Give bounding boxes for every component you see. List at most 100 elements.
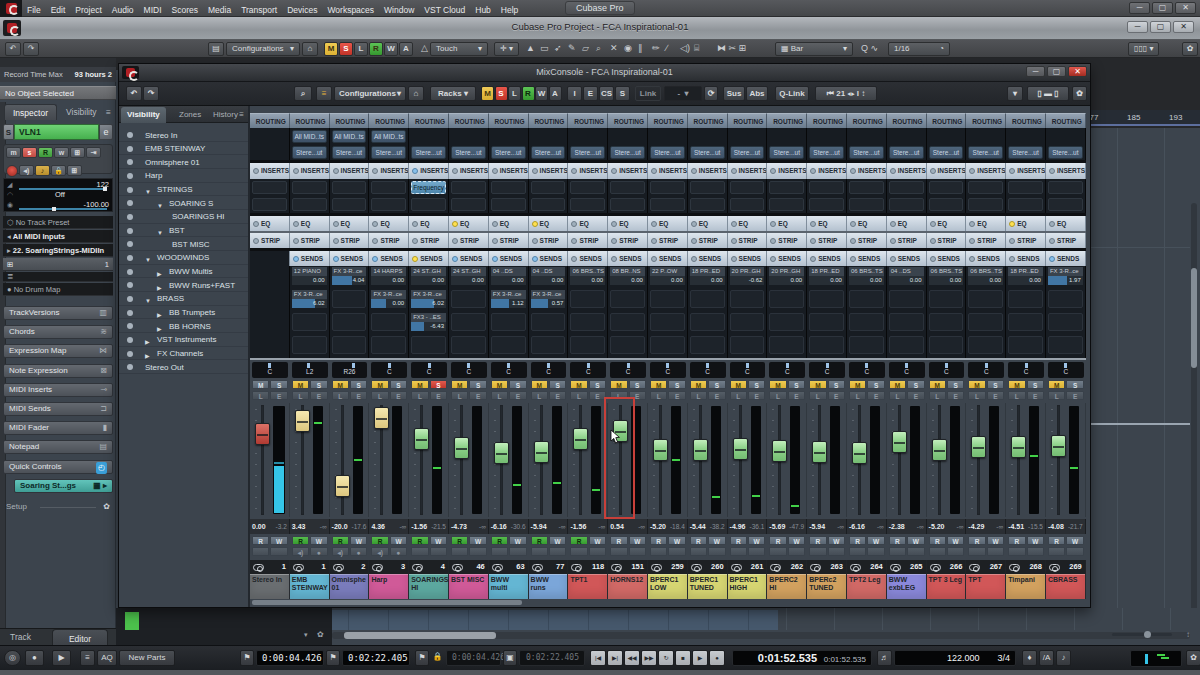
send-empty-slot[interactable]: [531, 313, 566, 331]
read-automation-button[interactable]: R: [371, 536, 388, 545]
send-empty-slot[interactable]: [730, 290, 765, 308]
routing-output-cell[interactable]: Stere...ut: [728, 144, 768, 160]
pan-control[interactable]: C: [1048, 362, 1084, 378]
send-slot-cell[interactable]: [568, 335, 608, 358]
send-level-value[interactable]: 0.00: [292, 276, 327, 285]
monitor-button[interactable]: [610, 547, 627, 556]
send-slot-cell[interactable]: 18 PR..ED0.00: [688, 266, 728, 289]
insert-slot-cell[interactable]: [369, 196, 409, 213]
send-empty-slot[interactable]: [1008, 336, 1043, 354]
insert-slot-cell[interactable]: [1006, 196, 1046, 213]
insert-empty-slot[interactable]: [809, 181, 844, 194]
edit-button[interactable]: E: [748, 391, 765, 400]
setup-icon[interactable]: ▤: [208, 42, 224, 56]
routing-header-cell[interactable]: ROUTING: [688, 113, 728, 128]
send-empty-slot[interactable]: [292, 336, 327, 354]
output-routing-button[interactable]: Stere...ut: [1008, 146, 1043, 159]
pan-cell[interactable]: C: [250, 361, 290, 379]
send-level-value[interactable]: 0.00: [690, 276, 725, 285]
routing-output-cell[interactable]: Stere...ut: [887, 144, 927, 160]
listen-button[interactable]: L: [570, 391, 587, 400]
solo-button[interactable]: S: [668, 380, 685, 389]
edit-button[interactable]: E: [788, 391, 805, 400]
write-automation-button[interactable]: W: [748, 536, 765, 545]
routing-input-cell[interactable]: All MID..ts: [290, 128, 330, 144]
send-slot-cell[interactable]: FX 3-R..ce1.97: [1046, 266, 1086, 289]
send-empty-slot[interactable]: [1048, 313, 1083, 331]
routing-output-cell[interactable]: Stere...ut: [449, 144, 489, 160]
eq-header-cell[interactable]: EQ: [250, 216, 290, 231]
edit-button[interactable]: E: [907, 391, 924, 400]
tree-item-emb-steinway[interactable]: EMB STEINWAY: [119, 142, 248, 156]
insert-slot-cell[interactable]: [449, 196, 489, 213]
insert-empty-slot[interactable]: [491, 198, 526, 211]
inserts-header-cell[interactable]: INSERTS: [290, 163, 330, 179]
monitor-button[interactable]: [889, 547, 906, 556]
write-automation-button[interactable]: W: [270, 536, 287, 545]
send-level-value[interactable]: -0.62: [730, 276, 765, 285]
solo-button[interactable]: S: [629, 380, 646, 389]
send-slot-cell[interactable]: [369, 312, 409, 335]
send-destination-label[interactable]: 18 PR..ED: [809, 267, 844, 276]
send-empty-slot[interactable]: [889, 336, 924, 354]
insert-empty-slot[interactable]: [1048, 198, 1083, 211]
send-empty-slot[interactable]: [1048, 290, 1083, 308]
send-slot-cell[interactable]: [688, 312, 728, 335]
send-level-value[interactable]: 6.02: [292, 299, 327, 308]
send-empty-slot[interactable]: [292, 313, 327, 331]
record-enable-button[interactable]: [6, 165, 18, 177]
tab-inspector[interactable]: Inspector: [4, 104, 57, 120]
fader-track[interactable]: [261, 405, 264, 515]
routing-header-cell[interactable]: ROUTING: [648, 113, 688, 128]
write-automation-button[interactable]: W: [310, 536, 327, 545]
insert-empty-slot[interactable]: [531, 181, 566, 194]
edit-button[interactable]: E: [668, 391, 685, 400]
record-button[interactable]: [549, 547, 566, 556]
insert-slot-cell[interactable]: [369, 179, 409, 196]
send-empty-slot[interactable]: [371, 336, 406, 354]
send-slot-cell[interactable]: 20 PR..GH-0.62: [728, 266, 768, 289]
routing-header-cell[interactable]: ROUTING: [966, 113, 1006, 128]
solo-button[interactable]: S: [350, 380, 367, 389]
click-button[interactable]: ♦: [1022, 650, 1037, 666]
read-automation-button[interactable]: R: [730, 536, 747, 545]
mute-button[interactable]: M: [371, 380, 388, 389]
play-button[interactable]: ▶: [692, 650, 708, 666]
monitor-button[interactable]: [730, 547, 747, 556]
send-destination-label[interactable]: 12 PIANO: [292, 267, 327, 276]
solo-button[interactable]: S: [310, 380, 327, 389]
eq-header-cell[interactable]: EQ: [1046, 216, 1086, 231]
sidebar-menu-icon[interactable]: ≡: [235, 107, 248, 123]
insert-slot-cell[interactable]: [927, 179, 967, 196]
project-minimize-button[interactable]: ─: [1127, 21, 1148, 33]
send-slot-cell[interactable]: [449, 335, 489, 358]
tree-item-strings[interactable]: ▼STRINGS: [119, 183, 248, 197]
layout-buttons[interactable]: ▯▯▯ ▾: [1128, 42, 1159, 56]
write-button[interactable]: w: [54, 147, 69, 158]
edit-button[interactable]: E: [270, 391, 287, 400]
send-level-value[interactable]: 0.00: [809, 276, 844, 285]
read-automation-button[interactable]: R: [411, 536, 428, 545]
inserts-header-cell[interactable]: INSERTS: [449, 163, 489, 179]
send-slot-cell[interactable]: [449, 289, 489, 312]
send-slot-cell[interactable]: 06 BRS..TS0.00: [847, 266, 887, 289]
send-empty-slot[interactable]: [1048, 336, 1083, 354]
routing-input-cell[interactable]: [489, 128, 529, 144]
quantize-menu-button[interactable]: ≡: [80, 650, 95, 666]
redo-button[interactable]: ↷: [23, 42, 39, 56]
routing-header-cell[interactable]: ROUTING: [728, 113, 768, 128]
send-slot-cell[interactable]: 24 ST..GH0.00: [409, 266, 449, 289]
sends-header-cell[interactable]: SENDS: [489, 251, 529, 266]
record-button[interactable]: ●: [310, 547, 327, 556]
routing-input-cell[interactable]: [807, 128, 847, 144]
output-routing-button[interactable]: Stere...ut: [371, 146, 406, 159]
routing-input-cell[interactable]: All MID..ts: [369, 128, 409, 144]
tree-item-omnisphere-01[interactable]: Omnisphere 01: [119, 155, 248, 169]
sends-header-cell[interactable]: SENDS: [608, 251, 648, 266]
pan-cell[interactable]: C: [807, 361, 847, 379]
edit-button[interactable]: E: [549, 391, 566, 400]
read-automation-button[interactable]: R: [1048, 536, 1065, 545]
listen-button[interactable]: L: [690, 391, 707, 400]
stop-button[interactable]: ■: [675, 650, 691, 666]
send-slot-cell[interactable]: [290, 335, 330, 358]
